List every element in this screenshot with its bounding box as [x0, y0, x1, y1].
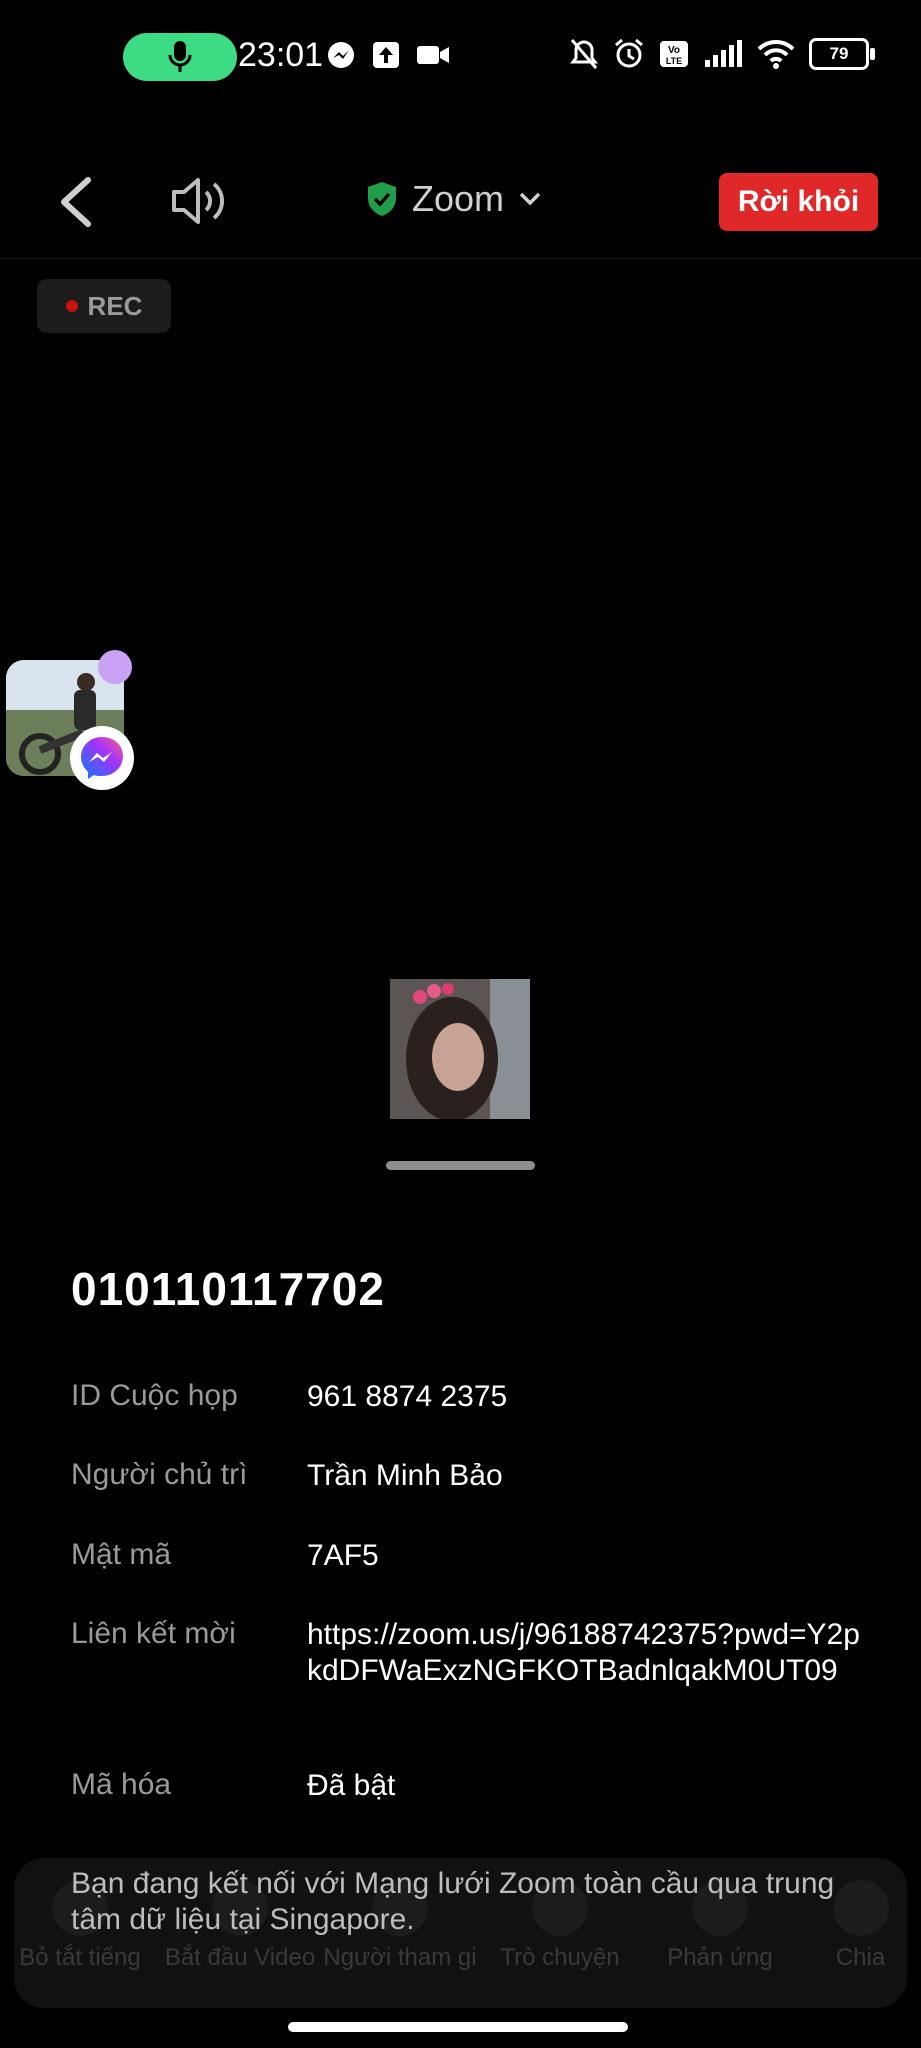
top-bar-divider [0, 258, 921, 259]
invite-link-label: Liên kết mời [71, 1617, 236, 1650]
mute-bell-icon [570, 39, 598, 69]
video-icon [417, 46, 449, 64]
status-icons-left [326, 40, 450, 70]
chevron-left-icon [61, 177, 91, 227]
back-button[interactable] [52, 170, 108, 234]
chevron-down-icon [519, 192, 541, 206]
encryption-label: Mã hóa [71, 1768, 172, 1801]
datacenter-note: Bạn đang kết nối với Mạng lưới Zoom toàn… [71, 1867, 835, 1936]
leave-button[interactable]: Rời khỏi [719, 173, 878, 231]
toolbar-label: Chia [835, 1944, 886, 1971]
meeting-id-value[interactable]: 961 8874 2375 [307, 1379, 507, 1415]
participant-video-thumbnail[interactable] [390, 979, 530, 1119]
meeting-title-dropdown[interactable]: Zoom [366, 178, 542, 220]
volte-icon: VoLTE [660, 41, 688, 67]
meeting-topic: 010110117702 [71, 1263, 385, 1315]
svg-text:LTE: LTE [666, 56, 682, 66]
speaker-icon [172, 178, 225, 224]
invite-link-value[interactable]: https://zoom.us/j/96188742375?pwd=Y2pkdD… [307, 1617, 867, 1689]
host-value: Trần Minh Bảo [307, 1459, 503, 1492]
active-mic-indicator[interactable] [123, 33, 237, 81]
upload-icon [373, 42, 399, 68]
record-dot-icon [65, 300, 78, 312]
speaker-button[interactable] [170, 172, 232, 230]
host-label: Người chủ trì [71, 1458, 248, 1491]
encryption-value: Đã bật [307, 1769, 396, 1802]
sheet-drag-handle[interactable] [386, 1161, 535, 1170]
toolbar-label: Phản ứng [667, 1944, 773, 1971]
battery-indicator: 79 [809, 38, 875, 70]
passcode-value[interactable]: 7AF5 [307, 1538, 379, 1574]
recording-badge[interactable]: REC [37, 279, 171, 333]
toolbar-label: Bắt đầu Video [164, 1944, 316, 1971]
rec-label: REC [87, 290, 143, 321]
app-title: Zoom [412, 178, 505, 219]
toolbar-label: Trò chuyện [500, 1944, 620, 1971]
passcode-label: Mật mã [71, 1538, 172, 1571]
status-icons-right: Vo LTE 79 [569, 38, 875, 70]
toolbar-label: Bỏ tắt tiếng [19, 1944, 141, 1971]
messenger-logo-icon [81, 737, 123, 779]
status-time: 23:01 [238, 36, 324, 74]
shield-check-icon [368, 182, 396, 216]
messenger-icon [328, 42, 354, 68]
meeting-id-label: ID Cuộc họp [71, 1379, 238, 1412]
svg-text:Vo: Vo [668, 45, 680, 56]
chat-head-notification-dot [98, 650, 132, 684]
home-indicator[interactable] [288, 2022, 628, 2032]
alarm-icon [615, 38, 643, 68]
participant-avatar [390, 979, 530, 1119]
microphone-icon [168, 41, 192, 72]
messenger-badge [70, 726, 134, 790]
wifi-icon [757, 39, 795, 69]
signal-icon [705, 40, 742, 67]
toolbar-label: Người tham gi [323, 1944, 477, 1971]
